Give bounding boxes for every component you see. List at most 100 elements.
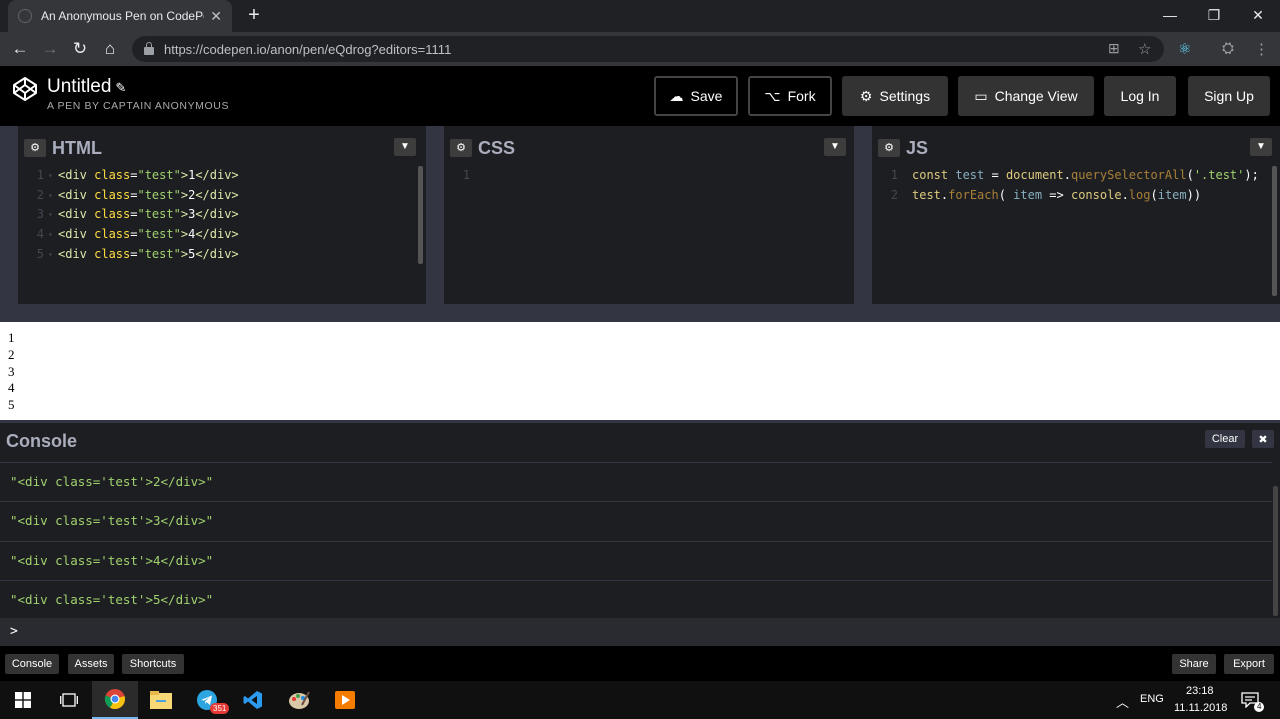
chevron-down-icon[interactable]: ▼ (824, 138, 846, 156)
code-line: 4 ▾ <div class = "test" >4 </div> (18, 225, 426, 245)
browser-tabstrip: An Anonymous Pen on CodePen ✕ + — ❐ ✕ (0, 0, 1280, 32)
settings-label: Settings (879, 88, 931, 104)
code-line: 1 const test = document. querySelectorAll(… (872, 166, 1280, 186)
console-log: "<div class='test'>2</div>" "<div class=… (0, 462, 1272, 618)
gear-icon[interactable]: ⚙ (450, 139, 472, 157)
html-editor-scrollbar[interactable] (418, 166, 423, 264)
incognito-extension-icon[interactable]: ⛭ (1222, 40, 1234, 57)
tag-text: 5 (188, 246, 196, 261)
line-number: 5 (36, 246, 44, 261)
tag-open: <div (58, 168, 95, 182)
home-icon[interactable]: ⌂ (98, 37, 122, 61)
gear-icon[interactable]: ⚙ (24, 139, 46, 157)
new-tab-button[interactable]: + (242, 3, 266, 27)
footer-share-button[interactable]: Share (1172, 654, 1216, 674)
html-editor: ⚙ HTML ▼ 1 ▾ <div class = "test" >1 </div> 2 ▾ <… (18, 132, 426, 304)
window-close-button[interactable]: ✕ (1236, 0, 1280, 30)
chrome-taskbar-icon[interactable] (92, 681, 138, 719)
tag-open: <div (58, 207, 95, 222)
tag-close: > (180, 227, 189, 242)
console-clear-button[interactable]: Clear (1205, 430, 1245, 448)
save-button[interactable]: ☁ Save (654, 76, 738, 116)
footer-assets-button[interactable]: Assets (68, 654, 114, 674)
console-panel: Console Clear ✖ "<div class='test'>2</di… (0, 420, 1280, 646)
js-code[interactable]: 1 const test = document. querySelectorAll(… (872, 166, 1280, 304)
login-button[interactable]: Log In (1104, 76, 1176, 116)
translate-icon[interactable]: ⊞ (1108, 40, 1120, 57)
vscode-icon[interactable] (230, 681, 276, 719)
code-line: 1 (444, 166, 854, 186)
fold-icon[interactable]: ▾ (48, 186, 58, 206)
file-explorer-icon[interactable] (138, 681, 184, 719)
footer-console-button[interactable]: Console (5, 654, 59, 674)
lock-icon (144, 41, 154, 55)
edit-pencil-icon[interactable]: ✎ (115, 80, 126, 95)
footer-shortcuts-button[interactable]: Shortcuts (122, 654, 184, 674)
tab-close-icon[interactable]: ✕ (210, 8, 222, 25)
change-view-button[interactable]: ▭ Change View (958, 76, 1094, 116)
css-code[interactable]: 1 (444, 166, 854, 304)
fold-icon[interactable]: ▾ (48, 205, 58, 225)
html-code[interactable]: 1 ▾ <div class = "test" >1 </div> 2 ▾ <div class… (18, 166, 426, 304)
line-number: 1 (462, 168, 470, 182)
editor-resizer-1[interactable] (426, 126, 444, 304)
editor-resizer-2[interactable] (854, 126, 872, 304)
chevron-down-icon[interactable]: ▼ (1250, 138, 1272, 156)
pen-title[interactable]: Untitled ✎ (47, 76, 126, 98)
notifications-icon[interactable]: 4 (1232, 681, 1268, 719)
codepen-favicon-icon (18, 9, 32, 23)
console-row: "<div class='test'>2</div>" (0, 462, 1272, 501)
media-player-icon[interactable] (322, 681, 368, 719)
attr-eq: = (130, 207, 138, 222)
gear-icon[interactable]: ⚙ (878, 139, 900, 157)
console-input[interactable]: > (0, 618, 1280, 646)
console-scrollbar[interactable] (1273, 486, 1278, 616)
fold-icon[interactable]: ▾ (48, 225, 58, 245)
clock-time[interactable]: 23:18 (1186, 685, 1214, 697)
browser-menu-icon[interactable]: ⋮ (1254, 40, 1269, 58)
clock-date[interactable]: 11.11.2018 (1174, 702, 1227, 714)
task-view-icon[interactable] (46, 681, 92, 719)
layout-icon: ▭ (974, 87, 988, 104)
telegram-icon[interactable]: 351 (184, 681, 230, 719)
tag-end: </div> (195, 187, 239, 202)
fork-button[interactable]: ⌥ Fork (748, 76, 832, 116)
bookmark-star-icon[interactable]: ☆ (1138, 40, 1151, 58)
preview-resize-bar[interactable] (0, 304, 1280, 322)
attr-eq: = (130, 187, 138, 202)
react-devtools-icon[interactable]: ⚛ (1178, 40, 1191, 58)
console-close-icon[interactable]: ✖ (1252, 430, 1274, 448)
forward-arrow-icon[interactable]: → (38, 37, 62, 61)
operator: = (984, 168, 1006, 182)
cloud-icon: ☁ (669, 87, 684, 104)
settings-button[interactable]: ⚙ Settings (842, 76, 948, 116)
browser-tab[interactable]: An Anonymous Pen on CodePen ✕ (8, 0, 232, 32)
gear-icon: ⚙ (859, 87, 873, 104)
window-maximize-button[interactable]: ❐ (1192, 0, 1236, 30)
chevron-up-icon[interactable]: ︿ (1116, 692, 1129, 711)
address-bar[interactable]: https://codepen.io/anon/pen/eQdrog?edito… (132, 36, 1164, 62)
signup-button[interactable]: Sign Up (1188, 76, 1270, 116)
arrow: => (1042, 187, 1071, 202)
codepen-logo-icon[interactable] (12, 76, 38, 102)
back-arrow-icon[interactable]: ← (8, 37, 32, 61)
pen-title-text: Untitled (47, 76, 112, 97)
attr-name: class (94, 227, 131, 242)
telegram-badge: 351 (210, 703, 230, 714)
footer-export-button[interactable]: Export (1224, 654, 1274, 674)
windows-start-icon[interactable] (0, 681, 46, 719)
address-url[interactable]: https://codepen.io/anon/pen/eQdrog?edito… (164, 42, 451, 57)
reload-icon[interactable]: ↻ (68, 37, 92, 61)
paint-app-icon[interactable] (276, 681, 322, 719)
window-minimize-button[interactable]: — (1148, 0, 1192, 30)
js-editor-scrollbar[interactable] (1272, 166, 1277, 296)
attr-name: class (94, 246, 131, 261)
fold-icon[interactable]: ▾ (48, 166, 58, 186)
codepen-footer: Console Assets Shortcuts Share Export (0, 646, 1280, 681)
js-editor-title: JS (906, 137, 929, 158)
language-indicator[interactable]: ENG (1140, 693, 1164, 705)
result-preview: 1 2 3 4 5 (0, 322, 1280, 420)
chevron-down-icon[interactable]: ▼ (394, 138, 416, 156)
fold-icon[interactable]: ▾ (48, 245, 58, 265)
